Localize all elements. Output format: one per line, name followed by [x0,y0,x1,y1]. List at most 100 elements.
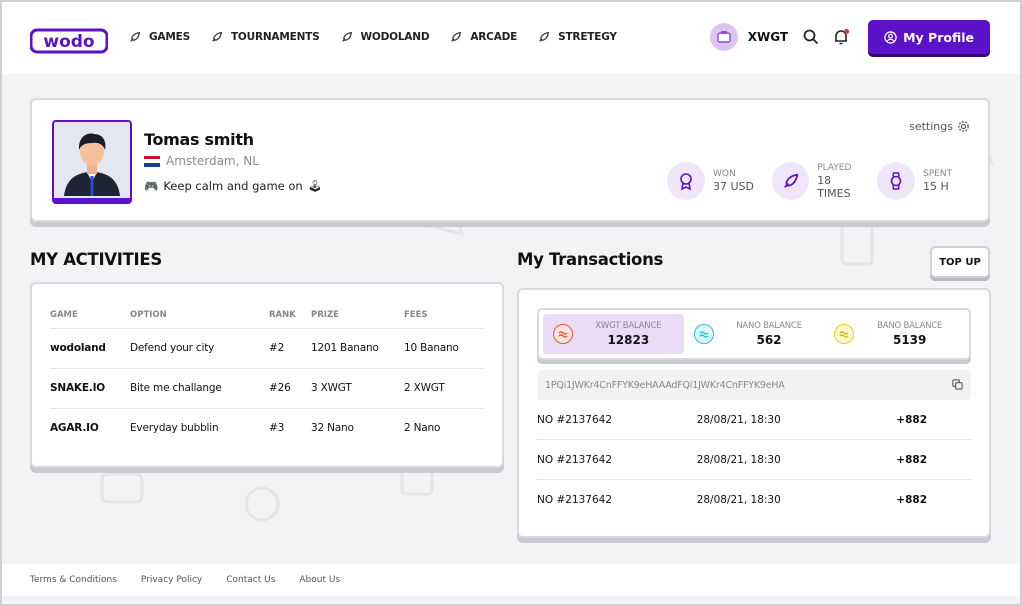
tx-date: 28/08/21, 18:30 [696,494,781,506]
balance-xwgt-label: XWGT BALANCE [595,321,662,331]
joystick-icon: 🕹 [307,179,323,193]
stat-won-value: 37 USD [713,180,754,193]
activities-card: GAME OPTION RANK PRIZE FEES wodoland Def… [30,282,504,468]
watch-icon [890,172,902,190]
cell-fees: 2 XWGT [404,368,484,409]
stat-won: WON 37 USD [667,162,762,200]
balance-tabs: XWGT BALANCE 12823 NANO BALANCE 562 BANO B… [537,308,971,360]
nav-arcade-label: ARCADE [470,31,518,43]
search-icon[interactable] [802,28,820,46]
coin-label[interactable]: XWGT [748,30,788,44]
rocket-icon [539,31,550,42]
rocket-icon [341,31,352,42]
top-up-button[interactable]: TOP UP [930,246,990,278]
profile-stats: WON 37 USD PLAYED 18 TIMES SPENT 15 H [667,162,972,200]
wallet-address-text: 1PQi1JWKr4CnFFYK9eHAAAdFQi1JWKr4CnFFYK9e… [545,379,785,391]
rocket-icon [783,173,798,188]
col-fees: FEES [404,302,484,329]
footer-about-link[interactable]: About Us [299,575,340,585]
wallet-icon [717,31,731,43]
tx-amount: +882 [896,453,927,466]
nav-strategy[interactable]: STRETEGY [537,30,617,44]
transaction-row[interactable]: NO #2137642 28/08/21, 18:30 +882 [537,400,971,440]
transactions-card: XWGT BALANCE 12823 NANO BALANCE 562 BANO B… [517,288,991,538]
bano-coin-icon [839,331,849,338]
cell-prize: 3 XWGT [311,368,404,409]
cell-game: AGAR.IO [50,422,99,435]
profile-bio-text: Keep calm and game on [163,179,303,193]
transaction-row[interactable]: NO #2137642 28/08/21, 18:30 +882 [537,440,971,480]
cell-rank: #3 [269,422,285,435]
copy-icon[interactable] [952,379,963,390]
settings-link[interactable]: settings [909,120,970,133]
activities-header-row: GAME OPTION RANK PRIZE FEES [50,302,484,329]
tx-id: NO #2137642 [537,494,613,506]
coin-avatar[interactable] [709,23,738,51]
nav-tournaments-label: TOURNAMENTS [230,31,320,43]
col-option: OPTION [130,302,269,329]
wodo-logo[interactable]: wodo [30,26,108,54]
balance-bano[interactable]: BANO BALANCE 5139 [824,314,965,354]
profile-bio: 🎮 Keep calm and game on 🕹 [144,179,322,193]
tx-amount: +882 [896,413,927,426]
user-avatar-illustration [54,122,130,196]
profile-location-text: Amsterdam, NL [166,154,259,168]
transaction-row[interactable]: NO #2137642 28/08/21, 18:30 +882 [537,480,971,520]
cell-prize: 1201 Banano [311,328,404,369]
footer: Terms & Conditions Privacy Policy Contac… [2,564,1020,596]
balance-xwgt[interactable]: XWGT BALANCE 12823 [543,314,684,354]
balance-bano-value: 5139 [892,333,927,347]
rocket-icon [212,31,223,42]
profile-avatar[interactable] [52,120,132,204]
nano-coin-icon [699,331,709,338]
notifications-button[interactable] [832,28,850,46]
profile-name: Tomas smith [144,130,254,149]
stat-won-label: WON [713,169,736,179]
wallet-address: 1PQi1JWKr4CnFFYK9eHAAAdFQi1JWKr4CnFFYK9e… [537,370,971,400]
tx-date: 28/08/21, 18:30 [696,453,781,466]
balance-bano-label: BANO BALANCE [877,321,943,331]
balance-nano[interactable]: NANO BALANCE 562 [684,314,825,354]
cell-fees: 2 Nano [404,422,441,435]
col-game: GAME [50,302,130,329]
footer-privacy-link[interactable]: Privacy Policy [141,575,202,585]
nav-games[interactable]: GAMES [128,30,190,44]
col-rank: RANK [269,302,311,329]
footer-terms-link[interactable]: Terms & Conditions [30,575,117,585]
activities-title: MY ACTIVITIES [30,250,162,269]
stat-played-label: PLAYED [817,162,852,173]
table-row[interactable]: SNAKE.IO Bite me challange #26 3 XWGT 2 … [50,368,484,409]
nav-wodoland[interactable]: WODOLAND [340,30,430,44]
medal-icon [680,173,692,191]
cell-option: Defend your city [130,328,269,369]
stat-spent-label: SPENT [923,169,953,179]
cell-game: wodoland [50,328,130,369]
table-row[interactable]: AGAR.IO Everyday bubblin #3 32 Nano 2 Na… [50,408,484,448]
nav-wodoland-label: WODOLAND [360,31,430,43]
activities-table: GAME OPTION RANK PRIZE FEES wodoland Def… [50,302,484,448]
footer-contact-link[interactable]: Contact Us [226,575,275,585]
transactions-title: My Transactions [517,250,664,269]
rocket-icon [451,31,462,42]
my-profile-label: My Profile [903,29,974,45]
top-header: wodo GAMES TOURNAMENTS WODOLAND ARCADE S… [2,2,1020,74]
nav-games-label: GAMES [149,31,190,43]
tx-id: NO #2137642 [537,453,613,466]
stat-spent-value: 15 H [923,180,949,193]
profile-location: Amsterdam, NL [144,154,259,168]
profile-card: Tomas smith Amsterdam, NL 🎮 Keep calm an… [30,98,990,222]
nav-tournaments[interactable]: TOURNAMENTS [210,30,320,44]
xwgt-coin-icon [558,331,568,338]
table-row[interactable]: wodoland Defend your city #2 1201 Banano… [50,328,484,369]
tx-amount: +882 [896,494,927,506]
nav-arcade[interactable]: ARCADE [449,30,517,44]
header-actions: XWGT My Profile [709,20,990,54]
col-prize: PRIZE [311,302,404,329]
svg-text:wodo: wodo [43,32,94,52]
my-profile-button[interactable]: My Profile [868,20,990,54]
balance-nano-value: 562 [756,333,782,347]
balance-nano-label: NANO BALANCE [736,321,802,331]
settings-label: settings [909,120,953,133]
user-circle-icon [884,30,897,44]
main-nav: GAMES TOURNAMENTS WODOLAND ARCADE STRETE… [128,30,617,44]
